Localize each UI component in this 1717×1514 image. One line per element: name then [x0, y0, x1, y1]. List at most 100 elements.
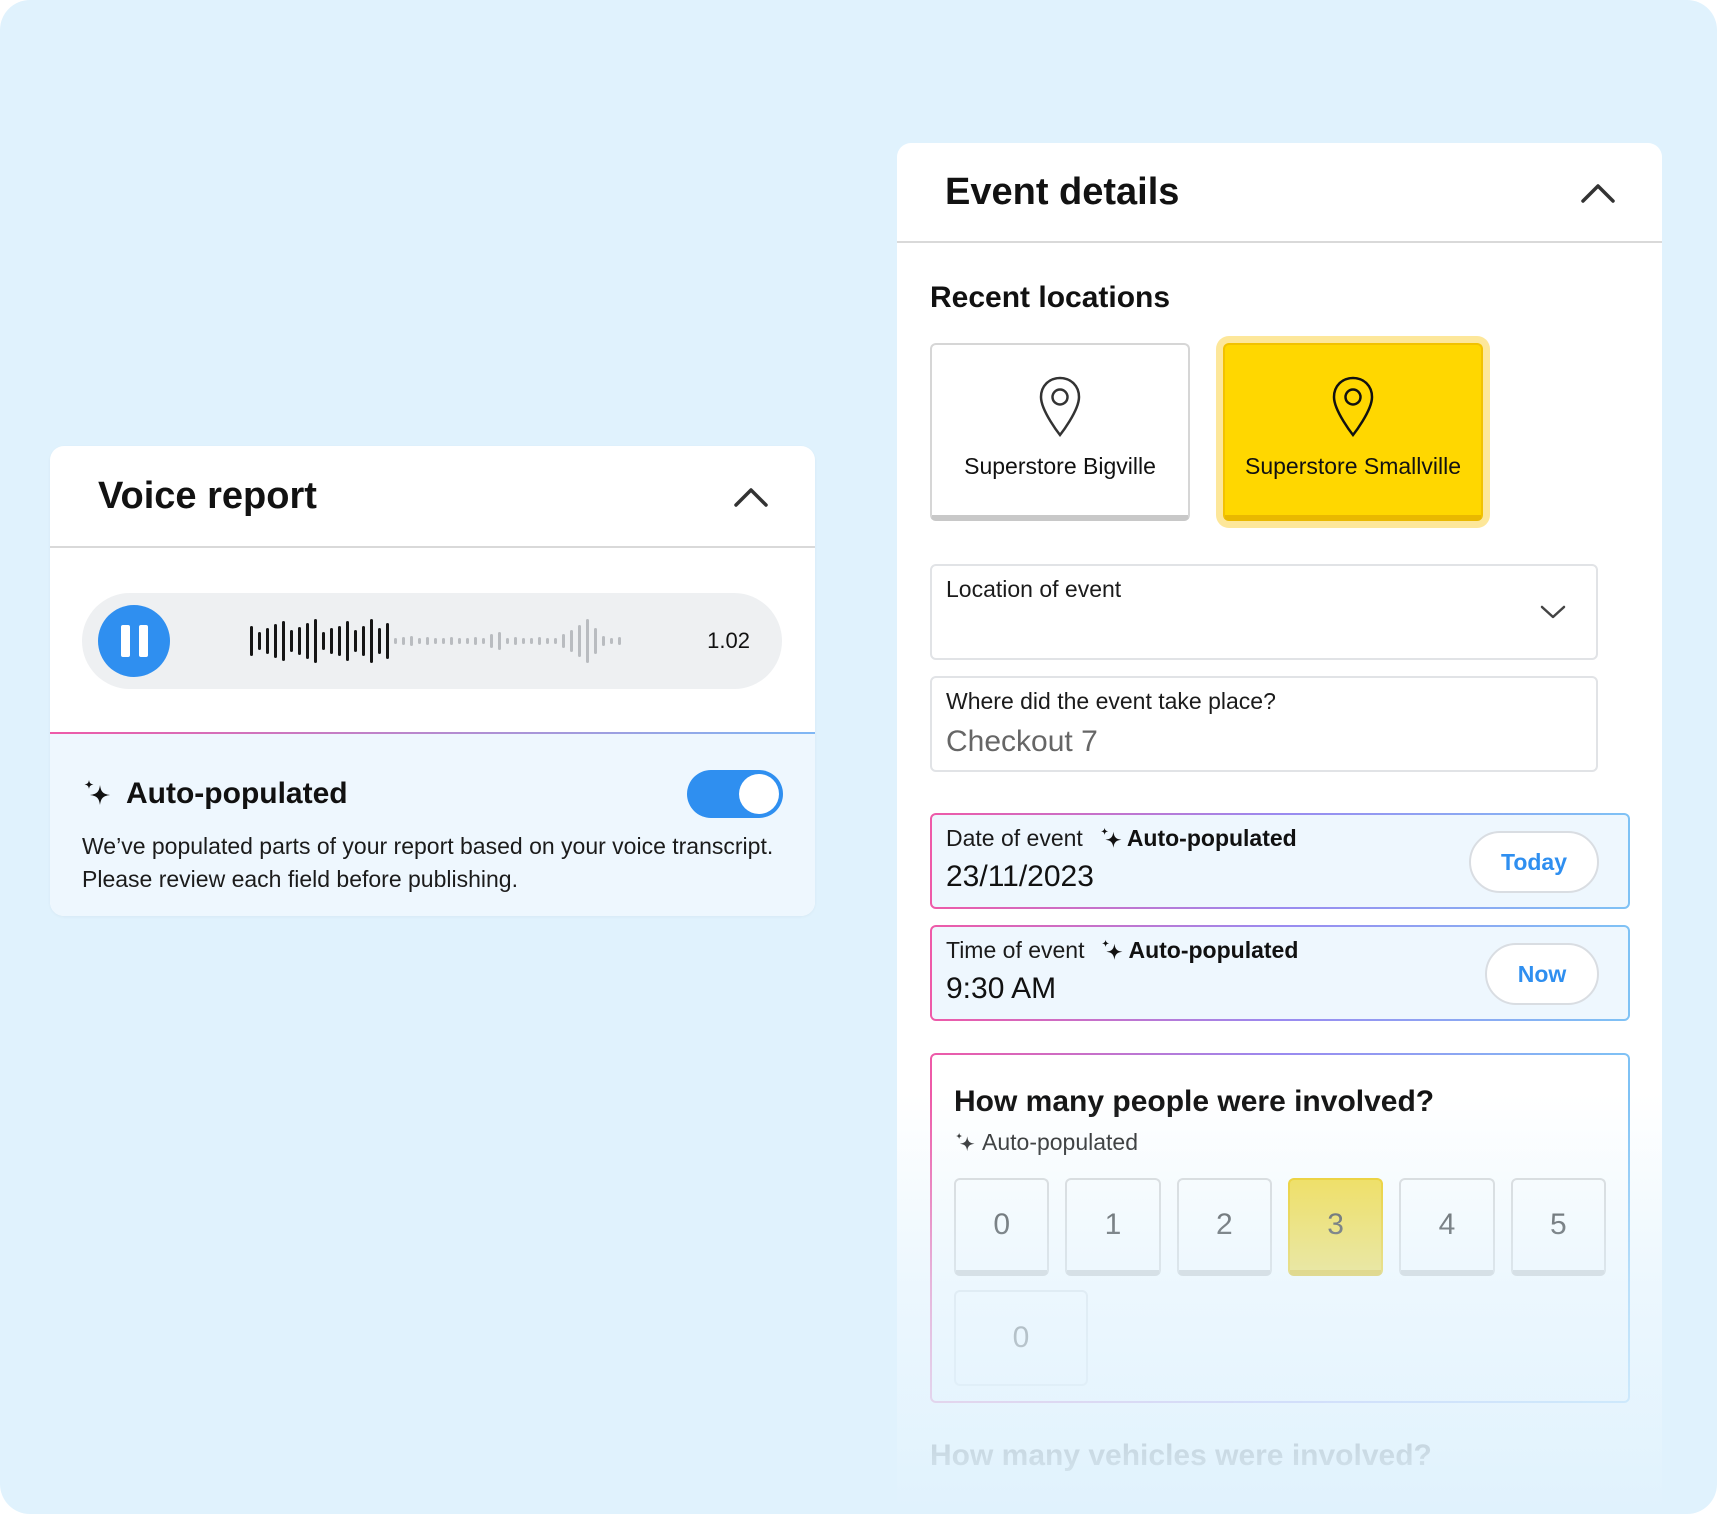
waveform-bar: [282, 621, 285, 661]
waveform-bar: [330, 628, 333, 654]
event-place-label: Where did the event take place?: [946, 688, 1276, 714]
auto-populated-badge: Auto-populated: [1100, 937, 1298, 964]
waveform-bar: [314, 619, 317, 663]
event-place-field[interactable]: Where did the event take place? Checkout…: [930, 676, 1598, 772]
waveform-bar: [570, 630, 573, 652]
location-label: Superstore Smallville: [1244, 453, 1462, 479]
location-tile-bigville[interactable]: Superstore Bigville: [930, 343, 1190, 521]
waveform-bar: [274, 624, 277, 658]
audio-player: 1.02: [82, 593, 782, 689]
waveform-bar: [586, 619, 589, 663]
location-of-event-select[interactable]: Location of event: [930, 564, 1598, 660]
event-details-title: Event details: [945, 170, 1180, 213]
now-button[interactable]: Now: [1485, 943, 1599, 1005]
waveform-bar: [602, 636, 605, 646]
waveform-bar: [378, 628, 381, 654]
waveform-bar: [250, 626, 253, 656]
people-count-options: 0 1 2 3 4 5: [954, 1178, 1606, 1276]
waveform-bar: [578, 625, 581, 657]
waveform-bar: [538, 637, 541, 645]
location-label: Superstore Bigville: [964, 453, 1156, 479]
waveform-bar: [546, 638, 549, 644]
date-of-event-label: Date of event: [946, 825, 1083, 851]
voice-report-header[interactable]: Voice report: [50, 446, 815, 548]
waveform-bar: [418, 638, 421, 644]
waveform-bar: [362, 626, 365, 656]
waveform-bar: [482, 638, 485, 644]
waveform-bar: [506, 638, 509, 644]
people-option-5[interactable]: 5: [1510, 1178, 1606, 1276]
waveform-bar: [306, 623, 309, 659]
people-option-4[interactable]: 4: [1399, 1178, 1495, 1276]
auto-populated-title: Auto-populated: [126, 777, 348, 810]
waveform-bar: [530, 638, 533, 644]
auto-populated-badge: Auto-populated: [1099, 825, 1297, 852]
today-button[interactable]: Today: [1469, 831, 1599, 893]
people-option-3[interactable]: 3: [1287, 1178, 1384, 1276]
sparkle-icon: [84, 780, 110, 805]
waveform-bar: [394, 638, 397, 644]
voice-report-title: Voice report: [98, 474, 317, 517]
sparkle-icon: [955, 1132, 975, 1151]
event-details-card: Event details Recent locations Superstor…: [897, 143, 1662, 1514]
sparkle-icon: [1100, 827, 1122, 848]
waveform-bar: [594, 628, 597, 654]
auto-populated-panel: Auto-populated We’ve populated parts of …: [50, 734, 815, 916]
waveform-bar: [258, 632, 261, 650]
waveform-bar: [514, 637, 517, 645]
waveform-bar: [290, 630, 293, 652]
people-option-1[interactable]: 1: [1065, 1178, 1161, 1276]
canvas-background: Voice report 1.02 Auto-populated We’ve p…: [0, 0, 1717, 1514]
waveform-bar: [466, 638, 469, 644]
recent-locations-title: Recent locations: [930, 281, 1171, 314]
date-of-event-field[interactable]: Date of event Auto-populated 23/11/2023 …: [930, 813, 1630, 909]
vehicles-involved-title: How many vehicles were involved?: [930, 1439, 1432, 1472]
map-pin-icon: [1039, 376, 1081, 438]
chevron-down-icon: [1540, 605, 1566, 619]
map-pin-icon: [1332, 376, 1374, 438]
waveform-bar: [426, 637, 429, 645]
people-other-input[interactable]: 0: [954, 1290, 1088, 1386]
people-involved-title: How many people were involved?: [954, 1085, 1435, 1118]
waveform-bar: [490, 634, 493, 648]
waveform-bar: [618, 637, 621, 645]
waveform-bar: [322, 632, 325, 650]
auto-populated-description: We’ve populated parts of your report bas…: [82, 833, 774, 892]
waveform-bar: [410, 636, 413, 646]
pause-icon: [120, 625, 130, 657]
player-time: 1.02: [707, 628, 750, 653]
auto-populated-toggle[interactable]: [687, 770, 783, 818]
audio-waveform[interactable]: [250, 613, 630, 669]
waveform-bar: [346, 621, 349, 661]
waveform-bar: [498, 632, 501, 650]
waveform-bar: [370, 619, 373, 663]
people-involved-question: How many people were involved? Auto-popu…: [930, 1053, 1630, 1403]
waveform-bar: [562, 634, 565, 648]
audio-player-area: 1.02: [50, 548, 815, 734]
location-tile-smallville[interactable]: Superstore Smallville: [1223, 343, 1483, 521]
auto-populated-badge: Auto-populated: [954, 1129, 1606, 1156]
waveform-bar: [338, 626, 341, 656]
event-details-header[interactable]: Event details: [897, 143, 1662, 243]
people-option-0[interactable]: 0: [954, 1178, 1050, 1276]
waveform-bar: [354, 630, 357, 652]
location-of-event-label: Location of event: [946, 576, 1122, 602]
waveform-bar: [298, 627, 301, 655]
waveform-bar: [450, 637, 453, 645]
waveform-bar: [458, 638, 461, 644]
voice-report-card: Voice report 1.02 Auto-populated We’ve p…: [50, 446, 815, 916]
waveform-bar: [434, 638, 437, 644]
waveform-bar: [386, 623, 389, 659]
people-option-2[interactable]: 2: [1176, 1178, 1272, 1276]
waveform-bar: [554, 638, 557, 644]
waveform-bar: [402, 637, 405, 645]
waveform-bar: [442, 638, 445, 644]
time-of-event-field[interactable]: Time of event Auto-populated 9:30 AM Now: [930, 925, 1630, 1021]
chevron-up-icon[interactable]: [733, 484, 769, 508]
waveform-bar: [266, 628, 269, 654]
waveform-bar: [610, 638, 613, 644]
waveform-bar: [474, 637, 477, 645]
pause-button[interactable]: [98, 605, 170, 677]
event-place-value: Checkout 7: [946, 725, 1098, 758]
chevron-up-icon[interactable]: [1580, 180, 1616, 204]
